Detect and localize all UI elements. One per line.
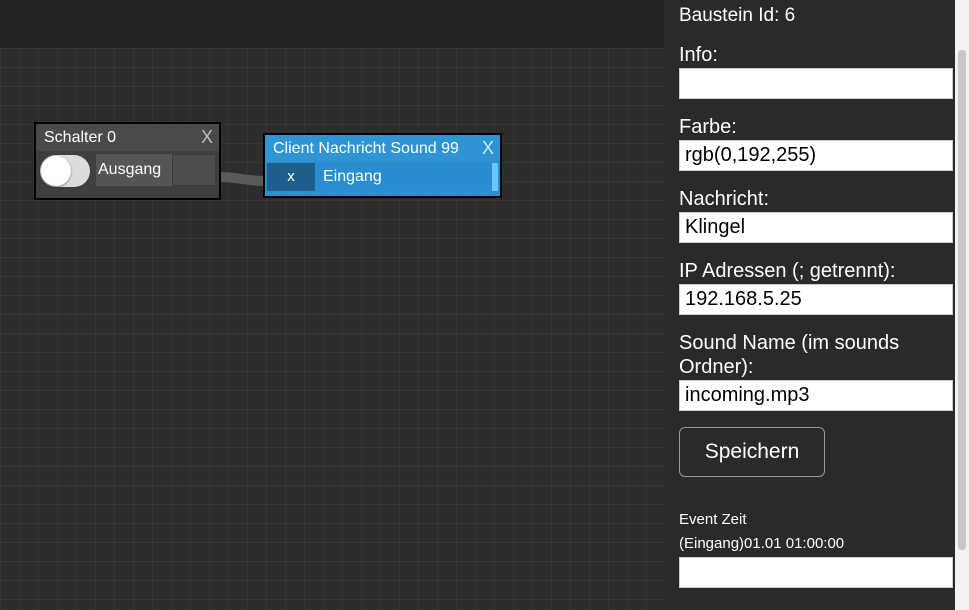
switch-node-body: Ausgang bbox=[36, 151, 219, 196]
color-input[interactable] bbox=[679, 140, 953, 171]
properties-panel: Baustein Id: 6 Info: Farbe: Nachricht: I… bbox=[664, 0, 969, 610]
sound-node[interactable]: Client Nachricht Sound 99 X x Eingang bbox=[263, 133, 502, 198]
switch-node[interactable]: Schalter 0 X Ausgang bbox=[34, 122, 221, 200]
color-label: Farbe: bbox=[679, 116, 737, 138]
info-label: Info: bbox=[679, 44, 718, 66]
input-port-label: Eingang bbox=[317, 163, 493, 191]
input-port-connector[interactable] bbox=[492, 163, 498, 191]
sound-node-header[interactable]: Client Nachricht Sound 99 X bbox=[265, 135, 500, 162]
switch-node-header[interactable]: Schalter 0 X bbox=[36, 124, 219, 151]
info-input[interactable] bbox=[679, 68, 953, 99]
panel-scrollbar[interactable] bbox=[955, 0, 969, 610]
ip-addresses-input[interactable] bbox=[679, 284, 953, 315]
message-input[interactable] bbox=[679, 212, 953, 243]
input-disconnect-button[interactable]: x bbox=[267, 163, 315, 191]
sound-node-body: x Eingang bbox=[265, 162, 500, 194]
panel-scrollbar-thumb[interactable] bbox=[958, 50, 966, 550]
sound-name-label-line1: Sound Name (im sounds bbox=[679, 332, 900, 354]
top-bar bbox=[0, 0, 664, 48]
switch-node-close-button[interactable]: X bbox=[201, 124, 213, 151]
block-id-label: Baustein Id: 6 bbox=[679, 5, 796, 26]
output-port-connector[interactable] bbox=[172, 154, 216, 186]
event-time-heading: Event Zeit bbox=[679, 511, 747, 528]
sound-name-label-line2: Ordner): bbox=[679, 356, 754, 378]
message-label: Nachricht: bbox=[679, 188, 770, 210]
sound-node-title: Client Nachricht Sound 99 bbox=[273, 140, 459, 157]
switch-toggle[interactable] bbox=[40, 155, 90, 187]
sound-node-close-button[interactable]: X bbox=[482, 135, 494, 162]
ip-addresses-label: IP Adressen (; getrennt): bbox=[679, 260, 896, 282]
output-port-label: Ausgang bbox=[96, 154, 172, 186]
save-button[interactable]: Speichern bbox=[679, 427, 825, 477]
event-time-input[interactable] bbox=[679, 557, 953, 588]
toggle-knob bbox=[41, 156, 71, 186]
switch-node-title: Schalter 0 bbox=[44, 129, 117, 146]
sound-name-input[interactable] bbox=[679, 380, 953, 411]
event-time-entry: (Eingang)01.01 01:00:00 bbox=[679, 535, 845, 552]
